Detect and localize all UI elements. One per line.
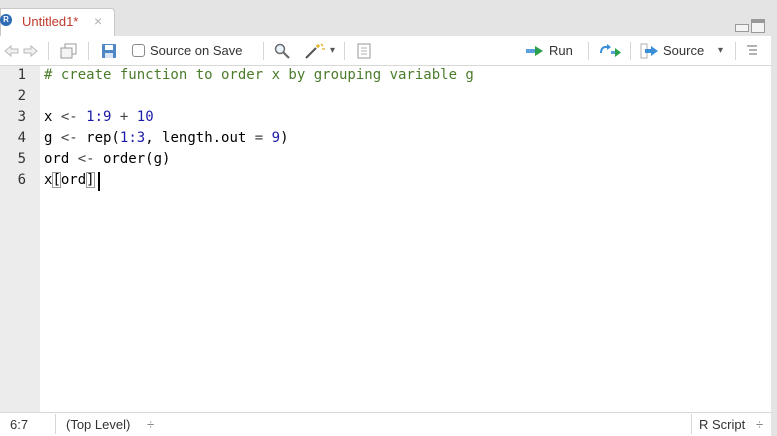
token: , length.out (145, 130, 255, 146)
source-arrow-icon[interactable] (640, 43, 660, 59)
assign-operator: <- (60, 109, 78, 125)
toolbar-separator (344, 42, 345, 60)
status-separator (691, 414, 692, 434)
code-line-3[interactable]: x <- 1:9 + 10 (44, 107, 154, 128)
colon-operator: : (128, 130, 137, 146)
number-token: 10 (136, 109, 154, 125)
code-line-1[interactable]: # create function to order x by grouping… (44, 65, 474, 86)
plus-operator: + (111, 109, 137, 125)
toolbar-separator (630, 42, 631, 60)
token: x (44, 109, 61, 125)
document-outline-icon[interactable] (745, 43, 759, 59)
forward-arrow-icon[interactable] (22, 43, 40, 59)
line-number: 3 (17, 109, 26, 125)
run-arrow-icon[interactable] (525, 43, 545, 59)
toolbar-separator (735, 42, 736, 60)
save-icon[interactable] (101, 43, 117, 59)
file-type-updown-icon[interactable]: ÷ (756, 417, 763, 432)
matched-bracket: [ (52, 172, 61, 188)
toolbar-separator (588, 42, 589, 60)
show-in-window-icon[interactable] (60, 43, 78, 59)
scope-selector[interactable]: (Top Level) (66, 417, 130, 432)
colon-operator: : (94, 109, 104, 125)
close-tab-icon[interactable]: × (94, 13, 102, 29)
code-tools-dropdown-icon[interactable]: ▾ (330, 43, 335, 59)
text-cursor (98, 172, 100, 191)
toolbar-separator (263, 42, 264, 60)
maximize-pane-icon[interactable] (751, 19, 765, 33)
r-file-icon: R (0, 14, 12, 26)
comment-token: # create function to order x by grouping… (44, 67, 474, 83)
rerun-icon[interactable] (598, 43, 622, 59)
pane-edge (771, 36, 777, 436)
code-tools-wand-icon[interactable] (304, 43, 326, 59)
source-on-save-checkbox[interactable] (132, 44, 145, 57)
run-button[interactable]: Run (549, 43, 573, 59)
minimize-pane-icon[interactable] (735, 24, 749, 32)
scope-updown-icon[interactable]: ÷ (147, 417, 154, 432)
line-number: 2 (17, 88, 26, 104)
code-line-5[interactable]: ord <- order(g) (44, 149, 170, 170)
token: ord (44, 151, 78, 167)
status-separator (55, 414, 56, 434)
compile-report-icon[interactable] (356, 43, 372, 59)
toolbar-separator (48, 42, 49, 60)
source-on-save-label[interactable]: Source on Save (150, 43, 243, 59)
source-button[interactable]: Source (663, 43, 704, 59)
code-line-4[interactable]: g <- rep(1:3, length.out = 9) (44, 128, 289, 149)
equals-operator: = (254, 130, 264, 146)
tab-title[interactable]: Untitled1* (22, 14, 78, 29)
token: g (153, 151, 163, 167)
toolbar-separator (88, 42, 89, 60)
matched-bracket: ] (86, 172, 95, 188)
assign-operator: <- (60, 130, 78, 146)
token: ) (280, 130, 289, 146)
line-number: 6 (17, 172, 26, 188)
token: rep( (77, 130, 120, 146)
line-number: 5 (17, 151, 26, 167)
cursor-position: 6:7 (10, 417, 29, 432)
number-token: 3 (136, 130, 146, 146)
line-number: 4 (17, 130, 26, 146)
source-dropdown-icon[interactable]: ▾ (718, 43, 723, 59)
back-arrow-icon[interactable] (2, 43, 20, 59)
token: order (94, 151, 146, 167)
number-token: 1 (86, 109, 95, 125)
token: g (44, 130, 61, 146)
paren-token: ( (145, 151, 154, 167)
paren-token: ) (162, 151, 171, 167)
file-type-selector[interactable]: R Script (699, 417, 745, 432)
tab-bar (0, 0, 777, 36)
line-number: 1 (17, 67, 26, 83)
code-line-6[interactable]: x[ord] (44, 170, 95, 191)
assign-operator: <- (77, 151, 95, 167)
number-token: 9 (271, 130, 281, 146)
search-icon[interactable] (273, 43, 291, 59)
token: ord (60, 172, 87, 188)
